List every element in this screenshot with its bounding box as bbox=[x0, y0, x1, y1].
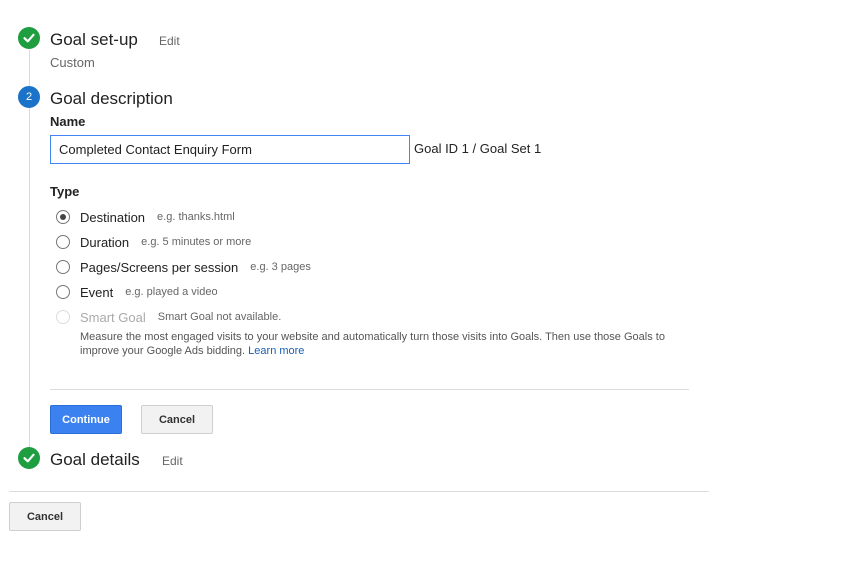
option-hint: e.g. thanks.html bbox=[157, 211, 235, 223]
goal-setup-summary: Custom bbox=[50, 55, 95, 70]
cancel-button[interactable]: Cancel bbox=[141, 405, 213, 434]
option-label: Event bbox=[80, 284, 114, 300]
radio-icon[interactable] bbox=[56, 260, 70, 274]
goal-id-text: Goal ID 1 / Goal Set 1 bbox=[414, 141, 542, 156]
footer-cancel-button[interactable]: Cancel bbox=[9, 502, 81, 531]
type-label: Type bbox=[50, 184, 80, 199]
section-divider bbox=[50, 389, 689, 390]
step-title-goal-setup: Goal set-up bbox=[50, 30, 138, 49]
option-hint: e.g. 3 pages bbox=[250, 261, 311, 273]
option-label: Destination bbox=[80, 209, 146, 225]
radio-icon[interactable] bbox=[56, 235, 70, 249]
option-hint: e.g. 5 minutes or more bbox=[141, 236, 252, 248]
option-label: Duration bbox=[80, 234, 130, 250]
check-icon bbox=[18, 447, 40, 469]
radio-disabled-icon bbox=[56, 310, 70, 324]
smart-goal-description-text: Measure the most engaged visits to your … bbox=[80, 331, 665, 357]
name-label: Name bbox=[50, 114, 86, 129]
type-option-smart-goal: Smart Goal Smart Goal not available. bbox=[56, 308, 281, 326]
step-title-goal-details: Goal details bbox=[50, 450, 140, 469]
option-label: Pages/Screens per session bbox=[80, 259, 239, 275]
radio-selected-icon[interactable] bbox=[56, 210, 70, 224]
steps-connector-line bbox=[29, 50, 30, 450]
option-label: Smart Goal bbox=[80, 309, 146, 325]
type-option-destination[interactable]: Destination e.g. thanks.html bbox=[56, 208, 235, 226]
option-hint: e.g. played a video bbox=[125, 286, 218, 298]
type-option-pages-per-session[interactable]: Pages/Screens per session e.g. 3 pages bbox=[56, 258, 311, 276]
type-option-event[interactable]: Event e.g. played a video bbox=[56, 283, 218, 301]
step-number-badge: 2 bbox=[18, 86, 40, 108]
step-title-goal-description: Goal description bbox=[50, 89, 173, 108]
footer-divider bbox=[9, 491, 709, 492]
continue-button[interactable]: Continue bbox=[50, 405, 122, 434]
smart-goal-description: Measure the most engaged visits to your … bbox=[80, 330, 680, 358]
radio-icon[interactable] bbox=[56, 285, 70, 299]
check-icon bbox=[18, 27, 40, 49]
option-hint: Smart Goal not available. bbox=[157, 311, 282, 323]
goal-name-input[interactable] bbox=[50, 135, 410, 164]
edit-goal-setup-link[interactable]: Edit bbox=[159, 34, 180, 48]
edit-goal-details-link[interactable]: Edit bbox=[162, 454, 183, 468]
learn-more-link[interactable]: Learn more bbox=[248, 345, 304, 357]
type-option-duration[interactable]: Duration e.g. 5 minutes or more bbox=[56, 233, 251, 251]
